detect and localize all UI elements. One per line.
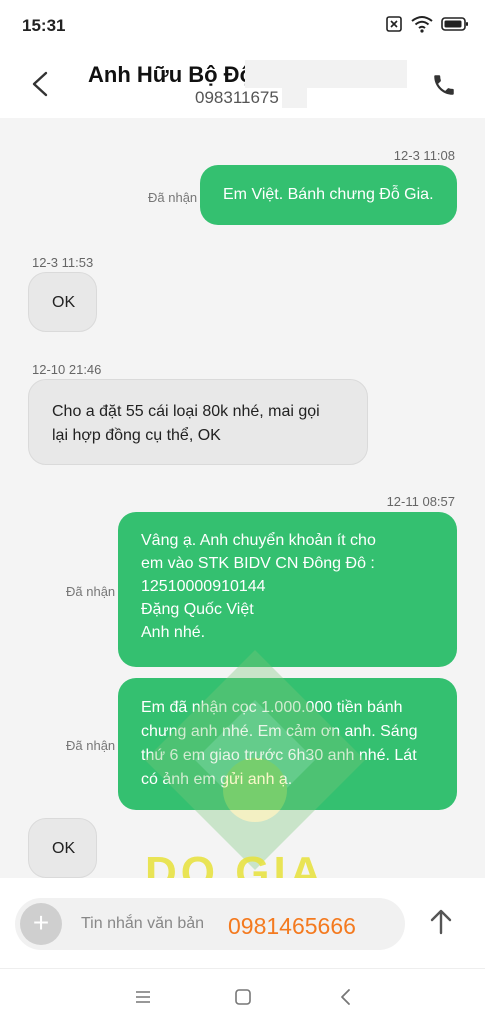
conversation-header: Anh Hữu Bộ Đội 098311675: [0, 50, 485, 119]
outgoing-message-bubble[interactable]: Em Việt. Bánh chưng Đỗ Gia.: [200, 165, 457, 225]
status-time: 15:31: [22, 16, 66, 35]
home-icon[interactable]: [234, 988, 252, 1006]
message-text: OK: [52, 294, 76, 311]
back-arrow-icon[interactable]: [28, 70, 52, 98]
plus-icon: +: [32, 907, 50, 938]
message-text: Vâng ạ. Anh chuyển khoản ít cho: [141, 532, 376, 549]
contact-name: Anh Hữu Bộ Đội: [88, 62, 260, 87]
delivery-status: Đã nhận: [66, 584, 116, 599]
message-composer: + Tin nhắn văn bản 0981465666: [0, 878, 485, 968]
message-text: OK: [52, 840, 76, 857]
message-text: Đặng Quốc Việt: [141, 601, 254, 618]
message-text: Cho a đặt 55 cái loại 80k nhé, mai gọi: [52, 403, 320, 420]
message-text: lại hợp đồng cụ thể, OK: [52, 427, 221, 444]
message-text: Em Việt. Bánh chưng Đỗ Gia.: [223, 186, 434, 203]
wifi-icon: [411, 16, 433, 33]
incoming-message-bubble[interactable]: Cho a đặt 55 cái loại 80k nhé, mai gọi l…: [28, 379, 368, 465]
message-timestamp: 12-3 11:53: [32, 255, 94, 270]
message-input-placeholder: Tin nhắn văn bản: [81, 915, 205, 932]
message-text: em vào STK BIDV CN Đông Đô :: [141, 555, 375, 572]
delivery-status: Đã nhận: [66, 738, 116, 753]
phone-call-icon[interactable]: [431, 72, 457, 98]
menu-icon[interactable]: [134, 989, 152, 1005]
battery-icon: [441, 17, 468, 31]
status-icons: [385, 15, 469, 33]
message-timestamp: 12-10 21:46: [32, 362, 102, 377]
system-navigation-bar: [0, 968, 485, 1025]
overlay-phone-number: 0981465666: [228, 913, 356, 939]
incoming-message-bubble[interactable]: OK: [28, 272, 97, 332]
message-text: 12510000910144: [141, 578, 266, 595]
incoming-message-bubble[interactable]: OK: [28, 818, 97, 878]
add-attachment-button[interactable]: +: [20, 903, 62, 945]
redacted-number-area: [282, 88, 307, 108]
delivery-status: Đã nhận: [148, 190, 198, 205]
contact-number: 098311675: [195, 88, 279, 107]
notification-muted-icon: [386, 16, 402, 32]
message-timestamp: 12-11 08:57: [386, 494, 455, 509]
send-arrow-icon[interactable]: [428, 908, 454, 936]
redacted-area: [245, 60, 407, 88]
status-bar: 15:31: [0, 0, 485, 50]
back-icon[interactable]: [338, 987, 352, 1007]
message-timestamp: 12-3 11:08: [393, 148, 455, 163]
